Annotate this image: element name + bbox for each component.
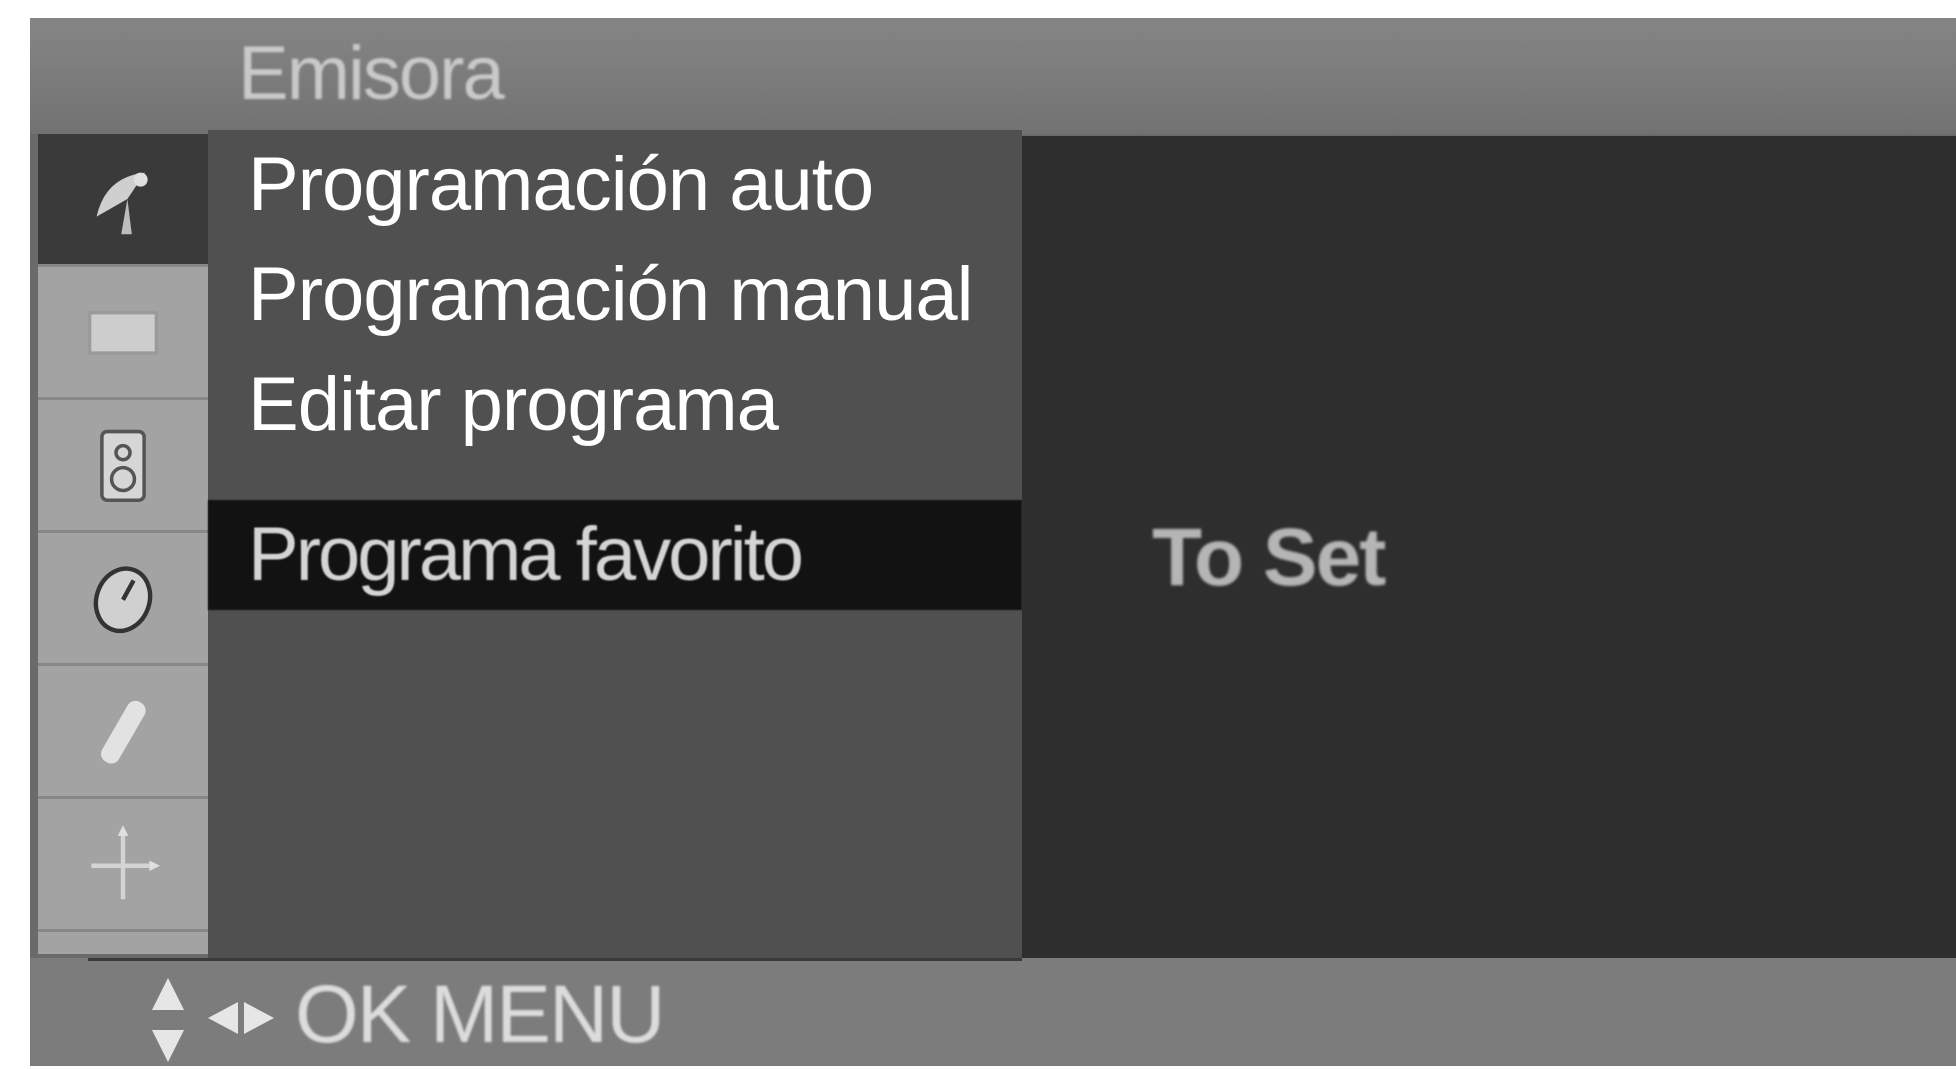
left-right-arrows-icon — [206, 998, 276, 1043]
picture-screen-icon — [87, 310, 159, 355]
submenu-value[interactable]: To Set — [1152, 511, 1386, 605]
footer-help-bar: OK MENU — [30, 958, 1956, 1066]
sidebar — [38, 134, 208, 954]
ok-hint: OK — [295, 969, 411, 1060]
sidebar-item-screen[interactable] — [38, 799, 208, 932]
menu-item-favorite-program[interactable]: Programa favorito — [208, 500, 1022, 610]
menu-item-manual-programming[interactable]: Programación manual — [208, 240, 1022, 350]
submenu-panel: To Set — [1022, 136, 1956, 958]
footer-divider — [88, 958, 1022, 961]
up-down-arrows-icon — [148, 976, 188, 1069]
menu-item-edit-program[interactable]: Editar programa — [208, 350, 1022, 460]
station-menu: Programación auto Programación manual Ed… — [208, 130, 1022, 960]
clock-icon — [93, 566, 153, 634]
menu-hint: MENU — [430, 969, 665, 1060]
menu-item-auto-programming[interactable]: Programación auto — [208, 130, 1022, 240]
page-title: Emisora — [238, 31, 505, 116]
tv-osd-menu: Emisora Programación auto Programación m… — [30, 18, 1956, 1066]
sidebar-item-time[interactable] — [38, 533, 208, 666]
satellite-dish-icon — [96, 172, 148, 235]
sidebar-item-picture[interactable] — [38, 267, 208, 400]
audio-speaker-icon — [100, 429, 146, 502]
title-bar: Emisora — [30, 18, 1956, 134]
special-tool-icon — [101, 700, 146, 764]
sidebar-item-station[interactable] — [38, 134, 208, 267]
sidebar-item-special[interactable] — [38, 666, 208, 799]
sidebar-item-audio[interactable] — [38, 400, 208, 533]
screen-adjust-icon — [91, 825, 160, 900]
